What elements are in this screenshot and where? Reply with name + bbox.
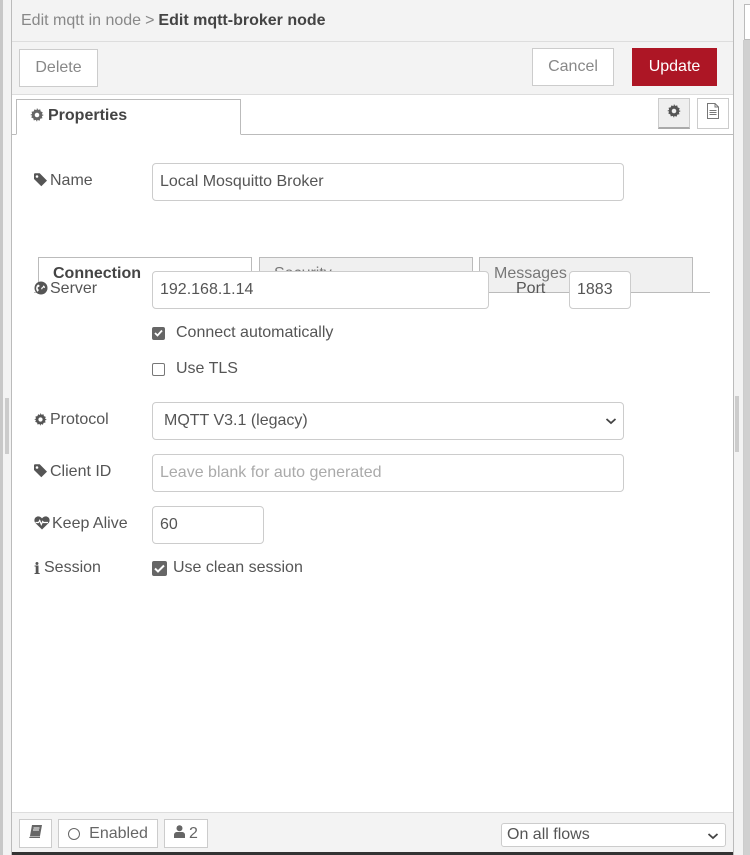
cancel-button[interactable]: Cancel: [532, 48, 614, 86]
tab-properties-label: Properties: [48, 107, 128, 124]
client-id-input[interactable]: [152, 454, 624, 492]
enabled-toggle[interactable]: Enabled: [58, 819, 158, 848]
use-tls-label: Use TLS: [176, 360, 238, 377]
globe-icon: [34, 281, 50, 300]
server-label: Server: [34, 280, 97, 300]
gear-icon: [30, 108, 44, 127]
gear-icon: [667, 103, 681, 123]
tray-footer: Enabled 2 On all flows: [12, 812, 733, 852]
client-id-label: Client ID: [34, 463, 111, 483]
port-label: Port: [516, 280, 546, 297]
flow-scope-value: On all flows: [507, 826, 590, 843]
node-description-button[interactable]: [697, 98, 729, 129]
tag-icon: [34, 464, 50, 483]
chevron-down-icon: [707, 829, 719, 847]
keep-alive-label: Keep Alive: [34, 515, 128, 535]
name-label: Name: [34, 172, 93, 192]
port-input[interactable]: [569, 271, 631, 309]
sidebar-edge: [733, 0, 750, 855]
tab-properties[interactable]: Properties: [16, 99, 241, 135]
users-button[interactable]: 2: [164, 819, 208, 848]
sidebar-tab[interactable]: [744, 4, 750, 40]
connect-automatically-row: Connect automatically: [152, 324, 333, 342]
heartbeat-icon: [34, 516, 52, 535]
document-icon: [706, 103, 720, 124]
breadcrumb: Edit mqtt in node > Edit mqtt-broker node: [12, 0, 733, 42]
properties-form: Name Connection Security Messages Server…: [12, 135, 733, 812]
delete-button[interactable]: Delete: [19, 49, 98, 87]
enabled-label: Enabled: [89, 824, 148, 842]
name-input[interactable]: [152, 163, 624, 201]
clean-session-row: Use clean session: [152, 559, 303, 577]
node-settings-button[interactable]: [658, 98, 690, 129]
left-resize-handle[interactable]: [5, 398, 9, 454]
protocol-label: Protocol: [34, 411, 109, 431]
page-title: Edit mqtt-broker node: [158, 12, 326, 29]
right-resize-handle[interactable]: [735, 396, 739, 452]
gear-icon: [34, 413, 50, 431]
user-icon: [174, 824, 186, 843]
workspace-left-edge: [0, 0, 12, 855]
breadcrumb-separator: >: [145, 12, 155, 29]
flow-scope-select[interactable]: On all flows: [501, 823, 726, 847]
tag-icon: [34, 173, 50, 192]
book-icon: [28, 824, 43, 843]
connect-automatically-checkbox[interactable]: [152, 326, 165, 340]
use-tls-checkbox[interactable]: [152, 362, 165, 376]
circle-icon: [68, 827, 81, 840]
info-icon: i: [34, 559, 41, 578]
tray-toolbar: Delete Cancel Update: [12, 42, 733, 95]
users-count: 2: [189, 824, 198, 842]
breadcrumb-parent[interactable]: Edit mqtt in node: [21, 12, 141, 29]
chevron-down-icon: [605, 414, 617, 432]
protocol-select[interactable]: MQTT V3.1 (legacy): [152, 402, 624, 440]
keep-alive-input[interactable]: [152, 506, 264, 544]
node-help-button[interactable]: [19, 819, 52, 848]
protocol-selected-value: MQTT V3.1 (legacy): [164, 412, 308, 429]
clean-session-label: Use clean session: [173, 559, 303, 576]
update-button[interactable]: Update: [632, 48, 717, 86]
workspace-strip: [0, 0, 3, 855]
server-input[interactable]: [152, 271, 489, 309]
check-icon: [154, 329, 163, 337]
check-icon: [154, 564, 165, 573]
connect-automatically-label: Connect automatically: [176, 324, 334, 341]
session-label: i Session: [34, 559, 101, 578]
use-tls-row: Use TLS: [152, 360, 238, 378]
sidebar-panel: [743, 40, 750, 855]
edit-tray: Edit mqtt in node > Edit mqtt-broker node …: [12, 0, 733, 855]
tray-tabs: Properties: [12, 95, 733, 135]
clean-session-checkbox[interactable]: [152, 560, 167, 576]
